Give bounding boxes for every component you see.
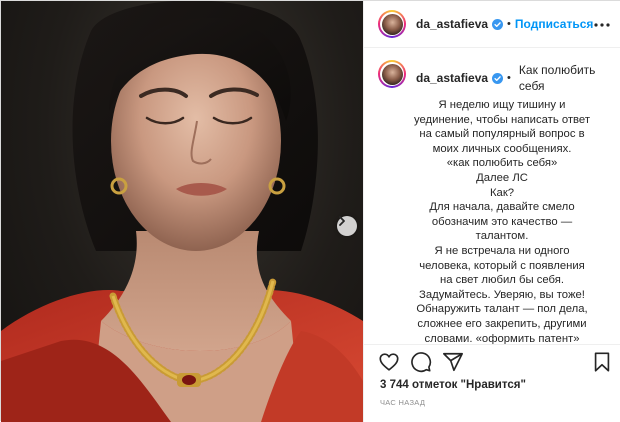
caption: da_astafieva • Как полюбить себя xyxy=(378,60,608,94)
heart-icon xyxy=(379,353,399,371)
caption-text: Я неделю ищу тишину и уединение, чтобы н… xyxy=(413,99,591,344)
like-button[interactable] xyxy=(378,351,400,373)
more-options-button[interactable] xyxy=(594,17,610,33)
bookmark-icon xyxy=(594,352,610,372)
verified-badge-icon xyxy=(492,18,504,30)
instagram-post: da_astafieva • Подписаться da_astafieva … xyxy=(0,0,620,422)
header-username[interactable]: da_astafieva xyxy=(416,17,488,31)
post-side-panel: da_astafieva • Подписаться da_astafieva … xyxy=(363,1,620,422)
chevron-right-icon xyxy=(339,216,345,226)
save-button[interactable] xyxy=(591,351,613,373)
verified-badge-icon xyxy=(492,72,504,84)
carousel-next-button[interactable] xyxy=(337,216,357,236)
action-bar xyxy=(364,344,620,378)
caption-username[interactable]: da_astafieva xyxy=(416,70,488,86)
comment-button[interactable] xyxy=(410,351,432,373)
post-header: da_astafieva • Подписаться xyxy=(364,1,620,48)
share-icon xyxy=(443,352,463,372)
more-horizontal-icon xyxy=(594,23,610,27)
likes-count[interactable]: 3 744 отметок "Нравится" xyxy=(380,379,526,391)
avatar[interactable] xyxy=(378,10,406,38)
caption-avatar[interactable] xyxy=(378,60,406,88)
portrait-illustration xyxy=(1,1,363,422)
follow-button[interactable]: Подписаться xyxy=(515,17,593,31)
share-button[interactable] xyxy=(442,351,464,373)
caption-title: Как полюбить себя xyxy=(518,63,596,93)
comments-section[interactable]: da_astafieva • Как полюбить себя Я недел… xyxy=(364,48,620,344)
comment-icon xyxy=(411,352,432,373)
post-photo[interactable] xyxy=(1,1,363,422)
separator-dot: • xyxy=(507,18,511,30)
post-timestamp[interactable]: час назад xyxy=(380,398,425,407)
separator-dot: • xyxy=(507,72,511,84)
